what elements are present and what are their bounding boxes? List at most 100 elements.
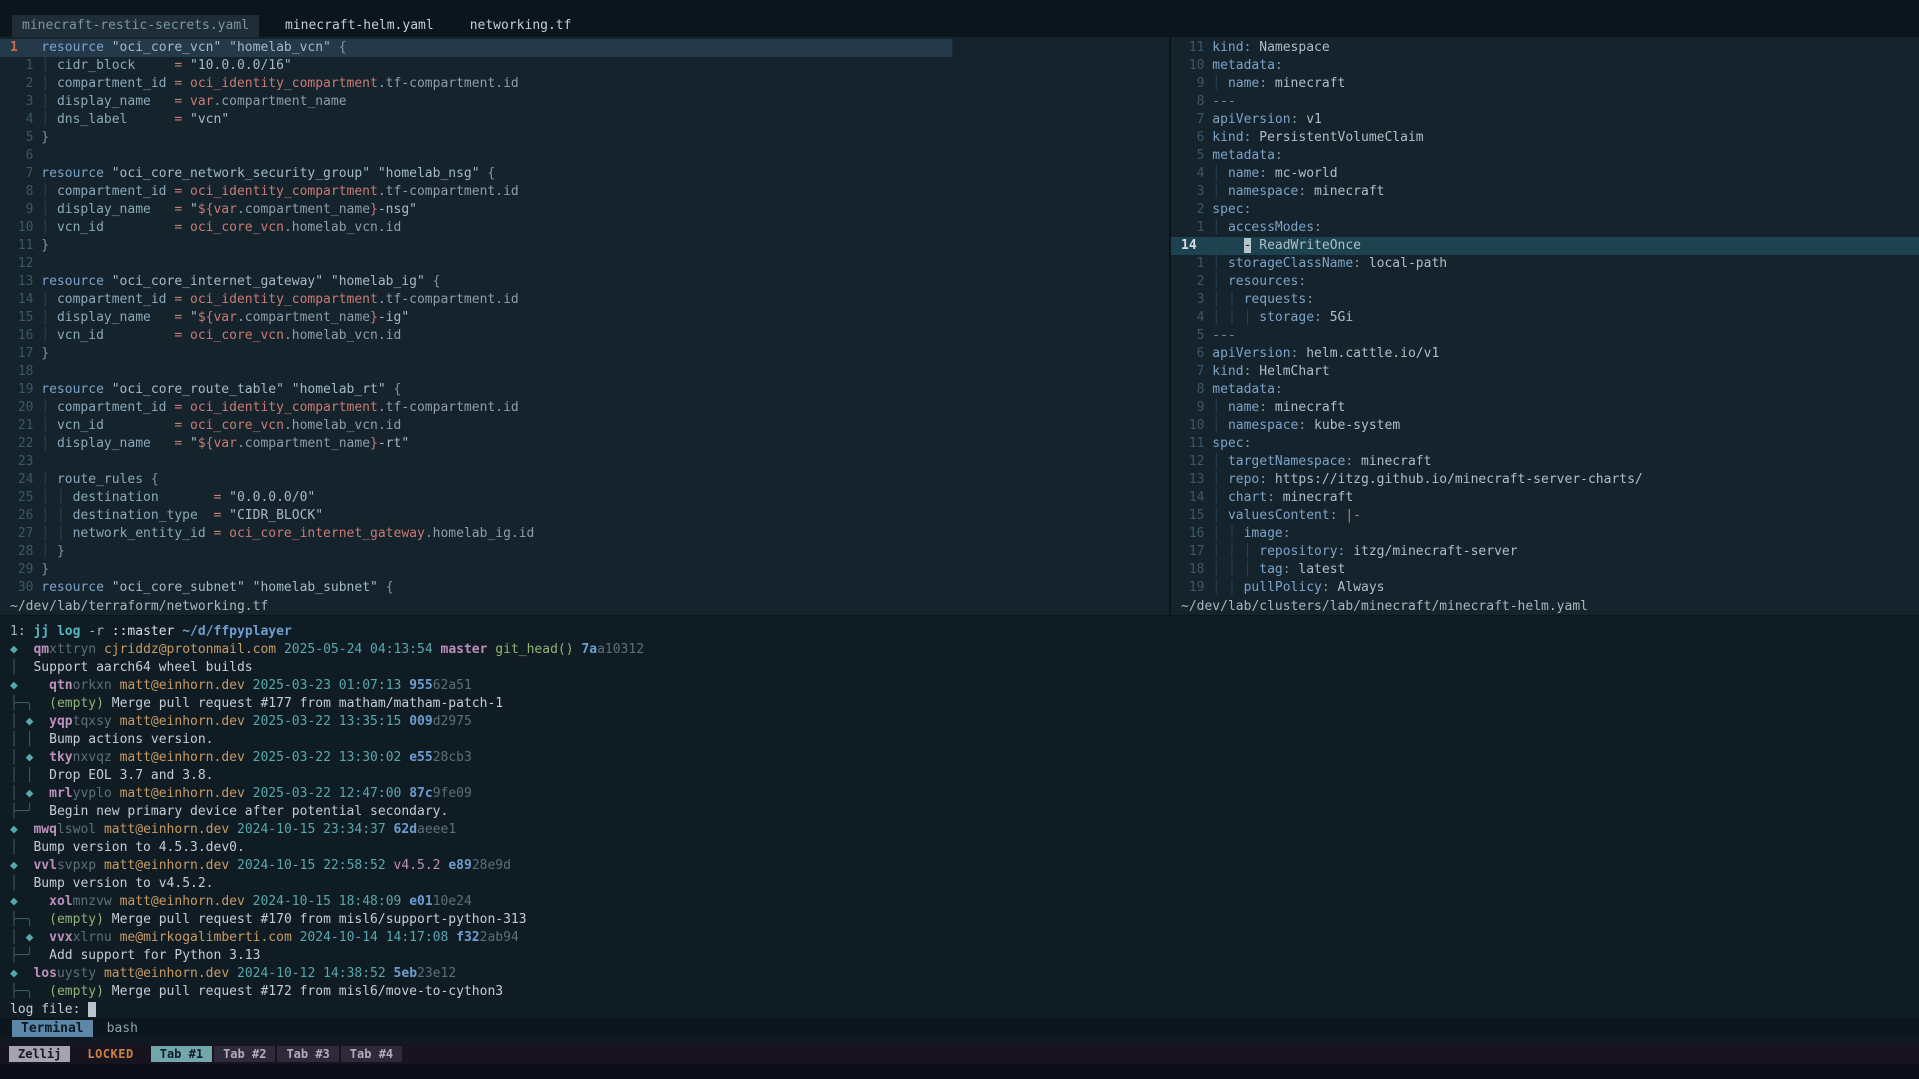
code-line[interactable]: 9│ name: minecraft bbox=[1171, 75, 1919, 93]
syntax-segment bbox=[1361, 256, 1369, 271]
syntax-segment: (empty) bbox=[49, 984, 104, 999]
code-line[interactable]: 1│ storageClassName: local-path bbox=[1171, 255, 1919, 273]
code-line[interactable]: 2│ resources: bbox=[1171, 273, 1919, 291]
syntax-segment: { bbox=[386, 580, 394, 595]
terminal-pane[interactable]: 1: jj log -r ::master ~/d/ffpyplayer◆ qm… bbox=[0, 615, 1919, 1018]
code-line[interactable]: 22│ display_name = "${var.compartment_na… bbox=[0, 435, 1169, 453]
code-line[interactable]: 18 bbox=[0, 363, 1169, 381]
buffer-tab-3[interactable]: networking.tf bbox=[460, 15, 582, 37]
code-line[interactable]: 1│ accessModes: bbox=[1171, 219, 1919, 237]
code-line[interactable]: 9│ name: minecraft bbox=[1171, 399, 1919, 417]
code-line[interactable]: 19resource "oci_core_route_table" "homel… bbox=[0, 381, 1169, 399]
code-line[interactable]: 5} bbox=[0, 129, 1169, 147]
syntax-segment: Always bbox=[1338, 580, 1385, 595]
code-line[interactable]: 12 bbox=[0, 255, 1169, 273]
code-line[interactable]: 6apiVersion: helm.cattle.io/v1 bbox=[1171, 345, 1919, 363]
code-line[interactable]: 23 bbox=[0, 453, 1169, 471]
code-line[interactable]: 12│ targetNamespace: minecraft bbox=[1171, 453, 1919, 471]
code-line[interactable]: 10metadata: bbox=[1171, 57, 1919, 75]
code-line[interactable]: 29} bbox=[0, 561, 1169, 579]
code-line[interactable]: 30resource "oci_core_subnet" "homelab_su… bbox=[0, 579, 1169, 597]
syntax-segment: Bump version to v4.5.2. bbox=[33, 876, 213, 891]
code-line[interactable]: 13│ repo: https://itzg.github.io/minecra… bbox=[1171, 471, 1919, 489]
line-number: 11 bbox=[10, 237, 33, 255]
code-line[interactable]: 2│ compartment_id = oci_identity_compart… bbox=[0, 75, 1169, 93]
code-line[interactable]: 4│ │ │ storage: 5Gi bbox=[1171, 309, 1919, 327]
code-line[interactable]: 14│ chart: minecraft bbox=[1171, 489, 1919, 507]
code-line[interactable]: 5metadata: bbox=[1171, 147, 1919, 165]
code-line[interactable]: 19│ │ pullPolicy: Always bbox=[1171, 579, 1919, 597]
syntax-segment: jj log bbox=[33, 624, 88, 639]
code-line[interactable]: 14│ compartment_id = oci_identity_compar… bbox=[0, 291, 1169, 309]
code-line[interactable]: 20│ compartment_id = oci_identity_compar… bbox=[0, 399, 1169, 417]
code-line[interactable]: 27│ │ network_entity_id = oci_core_inter… bbox=[0, 525, 1169, 543]
code-text: } bbox=[41, 562, 49, 577]
code-text: │ │ network_entity_id = oci_core_interne… bbox=[41, 526, 534, 541]
syntax-segment: ::master bbox=[112, 624, 182, 639]
code-line[interactable]: 18│ │ │ tag: latest bbox=[1171, 561, 1919, 579]
code-line[interactable]: 1resource "oci_core_vcn" "homelab_vcn" { bbox=[0, 39, 1169, 57]
syntax-segment bbox=[245, 580, 253, 595]
code-line[interactable]: 25│ │ destination = "0.0.0.0/0" bbox=[0, 489, 1169, 507]
code-line[interactable]: 6kind: PersistentVolumeClaim bbox=[1171, 129, 1919, 147]
zellij-tab-2[interactable]: Tab #2 bbox=[214, 1046, 275, 1062]
code-line[interactable]: 21│ vcn_id = oci_core_vcn.homelab_vcn.id bbox=[0, 417, 1169, 435]
syntax-segment: 955 bbox=[409, 678, 432, 693]
syntax-segment bbox=[1306, 184, 1314, 199]
code-line[interactable]: 11kind: Namespace bbox=[1171, 39, 1919, 57]
code-text: │ accessModes: bbox=[1212, 220, 1322, 235]
code-line[interactable]: 15│ display_name = "${var.compartment_na… bbox=[0, 309, 1169, 327]
code-line[interactable]: 9│ display_name = "${var.compartment_nam… bbox=[0, 201, 1169, 219]
code-line[interactable]: 15│ valuesContent: |- bbox=[1171, 507, 1919, 525]
code-line[interactable]: 13resource "oci_core_internet_gateway" "… bbox=[0, 273, 1169, 291]
code-line[interactable]: 5--- bbox=[1171, 327, 1919, 345]
buffer-tab-2[interactable]: minecraft-helm.yaml bbox=[275, 15, 444, 37]
code-line[interactable]: 1│ cidr_block = "10.0.0.0/16" bbox=[0, 57, 1169, 75]
code-line[interactable]: 24│ route_rules { bbox=[0, 471, 1169, 489]
code-line[interactable]: 10│ vcn_id = oci_core_vcn.homelab_vcn.id bbox=[0, 219, 1169, 237]
code-line[interactable]: 8metadata: bbox=[1171, 381, 1919, 399]
code-line[interactable]: 14│ │ - ReadWriteOnce bbox=[1171, 237, 1919, 255]
code-line[interactable]: 17} bbox=[0, 345, 1169, 363]
terminal-line: ◆ xolmnzvw matt@einhorn.dev 2024-10-15 1… bbox=[0, 893, 1919, 911]
syntax-segment: ${ bbox=[198, 436, 214, 451]
code-line[interactable]: 26│ │ destination_type = "CIDR_BLOCK" bbox=[0, 507, 1169, 525]
code-line[interactable]: 7resource "oci_core_network_security_gro… bbox=[0, 165, 1169, 183]
code-line[interactable]: 6 bbox=[0, 147, 1169, 165]
code-line[interactable]: 3│ namespace: minecraft bbox=[1171, 183, 1919, 201]
syntax-segment bbox=[18, 822, 34, 837]
syntax-segment: qm bbox=[33, 642, 49, 657]
zellij-tab-4[interactable]: Tab #4 bbox=[341, 1046, 402, 1062]
editor-pane-minecraft-helm-yaml[interactable]: 11kind: Namespace10metadata:9│ name: min… bbox=[1169, 37, 1919, 615]
zellij-tab-3[interactable]: Tab #3 bbox=[277, 1046, 338, 1062]
code-line[interactable]: 8│ compartment_id = oci_identity_compart… bbox=[0, 183, 1169, 201]
code-line[interactable]: 8--- bbox=[1171, 93, 1919, 111]
code-line[interactable]: 17│ │ │ repository: itzg/minecraft-serve… bbox=[1171, 543, 1919, 561]
code-line[interactable]: 10│ namespace: kube-system bbox=[1171, 417, 1919, 435]
syntax-segment bbox=[33, 768, 49, 783]
code-line[interactable]: 3│ display_name = var.compartment_name bbox=[0, 93, 1169, 111]
syntax-segment bbox=[104, 382, 112, 397]
editor-pane-networking-tf[interactable]: 1resource "oci_core_vcn" "homelab_vcn" {… bbox=[0, 37, 1169, 615]
code-line[interactable]: 16│ vcn_id = oci_core_vcn.homelab_vcn.id bbox=[0, 327, 1169, 345]
code-text: apiVersion: helm.cattle.io/v1 bbox=[1212, 346, 1439, 361]
syntax-segment: e01 bbox=[409, 894, 432, 909]
code-line[interactable]: 4│ dns_label = "vcn" bbox=[0, 111, 1169, 129]
code-line[interactable]: 2spec: bbox=[1171, 201, 1919, 219]
code-line[interactable]: 7kind: HelmChart bbox=[1171, 363, 1919, 381]
code-line[interactable]: 28│ } bbox=[0, 543, 1169, 561]
code-line[interactable]: 11spec: bbox=[1171, 435, 1919, 453]
code-line[interactable]: 3│ │ requests: bbox=[1171, 291, 1919, 309]
buffer-tab-1[interactable]: minecraft-restic-secrets.yaml bbox=[12, 15, 259, 37]
code-line[interactable]: 4│ name: mc-world bbox=[1171, 165, 1919, 183]
zellij-tab-1[interactable]: Tab #1 bbox=[151, 1046, 212, 1062]
syntax-segment bbox=[104, 40, 112, 55]
code-line[interactable]: 16│ │ image: bbox=[1171, 525, 1919, 543]
syntax-segment: metadata bbox=[1212, 148, 1275, 163]
code-line[interactable]: 7apiVersion: v1 bbox=[1171, 111, 1919, 129]
code-lines-right: 11kind: Namespace10metadata:9│ name: min… bbox=[1171, 37, 1919, 597]
terminal-tab-selected[interactable]: Terminal bbox=[12, 1020, 93, 1037]
terminal-tab-bash[interactable]: bash bbox=[107, 1021, 138, 1036]
code-line[interactable]: 11} bbox=[0, 237, 1169, 255]
line-number: 25 bbox=[10, 489, 33, 507]
